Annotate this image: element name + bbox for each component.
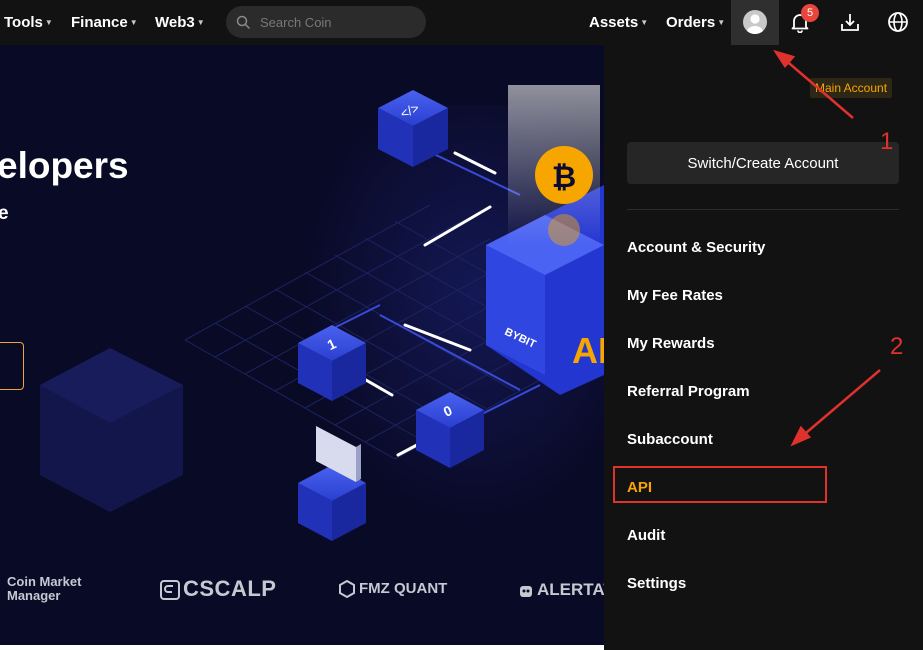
cube-monitor <box>298 426 366 541</box>
top-nav: Tools▼ Finance▼ Web3▼ Assets▼ Orders▼ 5 <box>0 0 923 45</box>
search-input[interactable] <box>260 6 420 38</box>
notifications-button[interactable]: 5 <box>780 0 820 45</box>
caret-down-icon: ▼ <box>44 18 53 27</box>
hero-title: elopers <box>0 145 129 186</box>
caret-down-icon: ▼ <box>129 18 138 27</box>
nav-finance[interactable]: Finance ▼ <box>71 0 138 45</box>
nav-assets-label: Assets <box>589 14 639 31</box>
switch-create-account-button[interactable]: Switch/Create Account <box>627 142 899 184</box>
fmz-logo-icon <box>339 580 355 599</box>
caret-down-icon: ▼ <box>717 18 726 27</box>
menu-item-rewards[interactable]: My Rewards <box>627 332 715 356</box>
menu-item-audit[interactable]: Audit <box>627 524 665 548</box>
caret-down-icon: ▼ <box>640 18 649 27</box>
download-button[interactable] <box>830 0 870 45</box>
nav-assets[interactable]: Assets ▼ <box>589 0 648 45</box>
avatar-icon <box>743 10 767 34</box>
nav-finance-label: Finance <box>71 14 128 31</box>
partner-fmz-name: FMZ QUANT <box>359 580 448 597</box>
cube-zero: 0 <box>416 392 484 468</box>
globe-icon <box>888 12 908 32</box>
menu-item-fee-rates[interactable]: My Fee Rates <box>627 284 723 308</box>
partner-alertatron: ALERTAT <box>518 580 604 600</box>
caret-down-icon: ▼ <box>196 18 205 27</box>
cscalp-logo-icon <box>160 580 180 601</box>
nav-orders[interactable]: Orders ▼ <box>666 0 725 45</box>
account-avatar-button[interactable] <box>731 0 779 45</box>
background-cube <box>40 348 183 512</box>
annotation-step-2: 2 <box>890 333 904 360</box>
search-icon <box>236 15 250 29</box>
nav-tools[interactable]: Tools ▼ <box>4 0 53 45</box>
api-block: ₿ BYBIT API <box>486 85 604 395</box>
hero-banner: </> ₿ BYBIT API 1 0 <box>0 45 604 645</box>
nav-orders-label: Orders <box>666 14 716 31</box>
nav-web3[interactable]: Web3 ▼ <box>155 0 205 45</box>
bitcoin-glyph: ₿ <box>552 161 576 194</box>
notification-count-badge: 5 <box>801 4 819 22</box>
art-api-text: API <box>572 330 604 371</box>
main-account-tag: Main Account <box>810 78 893 98</box>
menu-divider <box>627 209 899 210</box>
partner-cmm-line2: Manager <box>7 588 61 603</box>
nav-web3-label: Web3 <box>155 14 195 31</box>
annotation-highlight-box <box>613 466 827 503</box>
download-icon <box>841 14 859 31</box>
partner-coin-market-manager: Coin Market Manager <box>7 575 81 603</box>
annotation-step-1: 1 <box>880 128 894 155</box>
menu-item-settings[interactable]: Settings <box>627 572 686 596</box>
partner-fmz-quant: FMZ QUANT <box>338 580 448 599</box>
account-dropdown: Main Account Switch/Create Account Accou… <box>604 45 923 650</box>
partner-cscalp-name: CSCALP <box>183 576 277 601</box>
robot-logo-icon <box>520 585 532 597</box>
nav-tools-label: Tools <box>4 14 43 31</box>
partner-cscalp: CSCALP <box>160 576 276 602</box>
menu-item-referral-program[interactable]: Referral Program <box>627 380 750 404</box>
hero-subtitle: e <box>0 203 9 224</box>
partner-cmm-line1: Coin Market <box>7 574 82 589</box>
partner-alert-name: ALERTAT <box>537 580 604 599</box>
hero-cta-button[interactable] <box>0 342 24 390</box>
menu-item-subaccount[interactable]: Subaccount <box>627 428 713 452</box>
search-box[interactable] <box>226 6 426 38</box>
api-illustration: </> ₿ BYBIT API 1 0 <box>40 85 604 541</box>
cube-one: 1 <box>298 325 366 401</box>
language-button[interactable] <box>878 0 918 45</box>
menu-item-account-security[interactable]: Account & Security <box>627 236 765 260</box>
